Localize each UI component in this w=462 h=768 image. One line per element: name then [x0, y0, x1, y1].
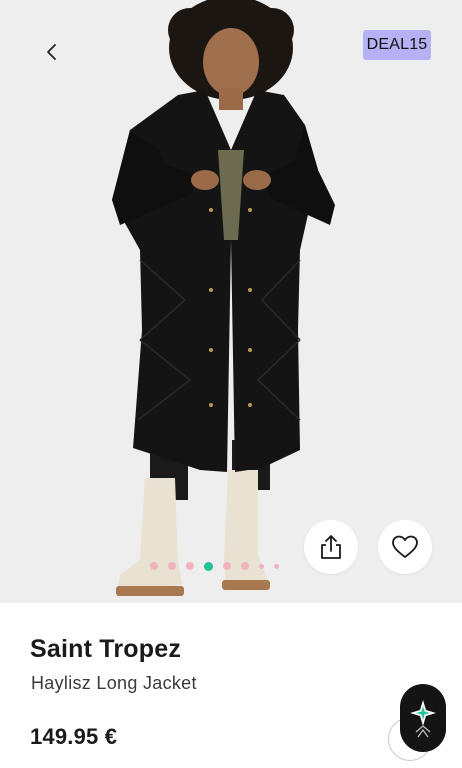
pagination-dot[interactable] [150, 562, 158, 570]
back-button[interactable] [36, 36, 68, 68]
product-photo [112, 0, 335, 596]
product-title: Haylisz Long Jacket [31, 673, 197, 693]
pagination-dot[interactable] [223, 562, 231, 570]
share-button[interactable] [304, 520, 358, 574]
pagination-dot[interactable] [168, 562, 176, 570]
pagination-dot[interactable] [274, 563, 279, 569]
product-image-gallery[interactable]: DEAL15 [0, 0, 462, 603]
assistant-logo-icon [410, 700, 436, 738]
pagination-dot-active[interactable] [204, 561, 213, 571]
gallery-pagination [150, 561, 279, 571]
assistant-button[interactable] [400, 684, 446, 752]
product-price: 149.95 € [30, 724, 118, 749]
brand-name[interactable]: Saint Tropez [30, 635, 181, 664]
favorite-button[interactable] [378, 520, 432, 574]
heart-icon [392, 535, 418, 558]
share-icon [321, 535, 341, 559]
pagination-dot[interactable] [259, 563, 264, 569]
chevron-left-icon [47, 44, 56, 60]
deal-badge: DEAL15 [363, 30, 431, 60]
pagination-dot[interactable] [241, 562, 249, 570]
pagination-dot[interactable] [186, 562, 194, 570]
